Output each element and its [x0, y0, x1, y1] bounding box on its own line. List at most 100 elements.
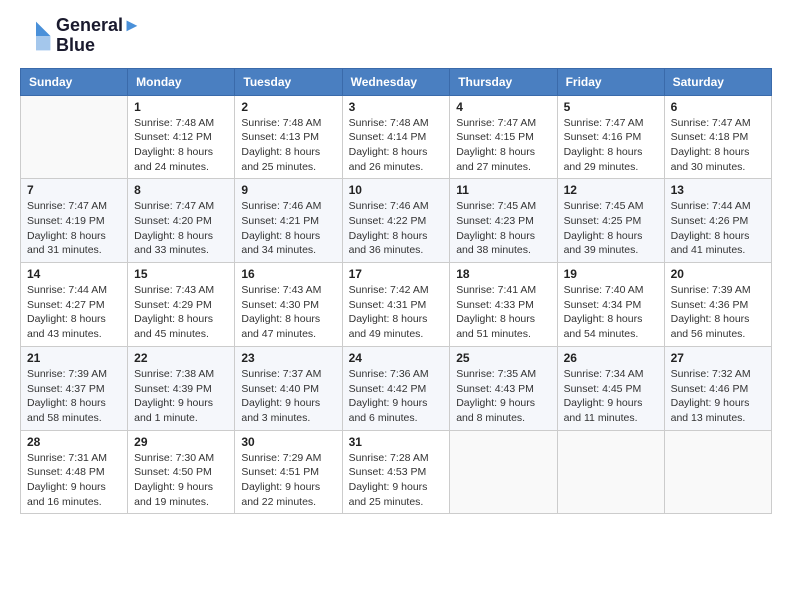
- day-info: Sunrise: 7:37 AM Sunset: 4:40 PM Dayligh…: [241, 367, 335, 426]
- sunset-text: Sunset: 4:36 PM: [671, 299, 749, 311]
- day-info: Sunrise: 7:47 AM Sunset: 4:19 PM Dayligh…: [27, 199, 121, 258]
- sunset-text: Sunset: 4:37 PM: [27, 383, 105, 395]
- daylight-text: Daylight: 9 hours and 19 minutes.: [134, 481, 213, 508]
- daylight-text: Daylight: 9 hours and 16 minutes.: [27, 481, 106, 508]
- sunrise-text: Sunrise: 7:30 AM: [134, 452, 214, 464]
- daylight-text: Daylight: 9 hours and 1 minute.: [134, 397, 213, 424]
- sunrise-text: Sunrise: 7:31 AM: [27, 452, 107, 464]
- daylight-text: Daylight: 8 hours and 34 minutes.: [241, 230, 320, 257]
- calendar-cell: 15 Sunrise: 7:43 AM Sunset: 4:29 PM Dayl…: [128, 263, 235, 347]
- daylight-text: Daylight: 9 hours and 13 minutes.: [671, 397, 750, 424]
- day-number: 3: [349, 100, 444, 114]
- sunrise-text: Sunrise: 7:40 AM: [564, 284, 644, 296]
- sunset-text: Sunset: 4:29 PM: [134, 299, 212, 311]
- daylight-text: Daylight: 8 hours and 26 minutes.: [349, 146, 428, 173]
- daylight-text: Daylight: 8 hours and 51 minutes.: [456, 313, 535, 340]
- calendar-cell: 3 Sunrise: 7:48 AM Sunset: 4:14 PM Dayli…: [342, 95, 450, 179]
- sunset-text: Sunset: 4:26 PM: [671, 215, 749, 227]
- day-number: 27: [671, 351, 765, 365]
- calendar-cell: 27 Sunrise: 7:32 AM Sunset: 4:46 PM Dayl…: [664, 346, 771, 430]
- sunrise-text: Sunrise: 7:45 AM: [456, 200, 536, 212]
- daylight-text: Daylight: 9 hours and 25 minutes.: [349, 481, 428, 508]
- calendar-cell: 21 Sunrise: 7:39 AM Sunset: 4:37 PM Dayl…: [21, 346, 128, 430]
- calendar-cell: 2 Sunrise: 7:48 AM Sunset: 4:13 PM Dayli…: [235, 95, 342, 179]
- calendar-cell: 28 Sunrise: 7:31 AM Sunset: 4:48 PM Dayl…: [21, 430, 128, 514]
- daylight-text: Daylight: 9 hours and 8 minutes.: [456, 397, 535, 424]
- sunset-text: Sunset: 4:19 PM: [27, 215, 105, 227]
- day-info: Sunrise: 7:45 AM Sunset: 4:25 PM Dayligh…: [564, 199, 658, 258]
- day-info: Sunrise: 7:46 AM Sunset: 4:22 PM Dayligh…: [349, 199, 444, 258]
- day-info: Sunrise: 7:44 AM Sunset: 4:27 PM Dayligh…: [27, 283, 121, 342]
- sunset-text: Sunset: 4:13 PM: [241, 131, 319, 143]
- calendar-cell: 14 Sunrise: 7:44 AM Sunset: 4:27 PM Dayl…: [21, 263, 128, 347]
- day-number: 19: [564, 267, 658, 281]
- sunset-text: Sunset: 4:33 PM: [456, 299, 534, 311]
- day-number: 8: [134, 183, 228, 197]
- daylight-text: Daylight: 8 hours and 31 minutes.: [27, 230, 106, 257]
- calendar-cell: 18 Sunrise: 7:41 AM Sunset: 4:33 PM Dayl…: [450, 263, 557, 347]
- sunrise-text: Sunrise: 7:48 AM: [349, 117, 429, 129]
- sunrise-text: Sunrise: 7:37 AM: [241, 368, 321, 380]
- calendar-cell: 4 Sunrise: 7:47 AM Sunset: 4:15 PM Dayli…: [450, 95, 557, 179]
- calendar-cell: 7 Sunrise: 7:47 AM Sunset: 4:19 PM Dayli…: [21, 179, 128, 263]
- day-info: Sunrise: 7:35 AM Sunset: 4:43 PM Dayligh…: [456, 367, 550, 426]
- day-number: 22: [134, 351, 228, 365]
- sunrise-text: Sunrise: 7:38 AM: [134, 368, 214, 380]
- sunrise-text: Sunrise: 7:41 AM: [456, 284, 536, 296]
- daylight-text: Daylight: 8 hours and 58 minutes.: [27, 397, 106, 424]
- calendar-cell: 22 Sunrise: 7:38 AM Sunset: 4:39 PM Dayl…: [128, 346, 235, 430]
- sunrise-text: Sunrise: 7:34 AM: [564, 368, 644, 380]
- daylight-text: Daylight: 8 hours and 36 minutes.: [349, 230, 428, 257]
- day-number: 7: [27, 183, 121, 197]
- days-header-row: SundayMondayTuesdayWednesdayThursdayFrid…: [21, 68, 772, 95]
- day-info: Sunrise: 7:44 AM Sunset: 4:26 PM Dayligh…: [671, 199, 765, 258]
- day-number: 23: [241, 351, 335, 365]
- sunrise-text: Sunrise: 7:35 AM: [456, 368, 536, 380]
- sunset-text: Sunset: 4:12 PM: [134, 131, 212, 143]
- day-number: 26: [564, 351, 658, 365]
- day-number: 11: [456, 183, 550, 197]
- day-header-sunday: Sunday: [21, 68, 128, 95]
- calendar-cell: [21, 95, 128, 179]
- calendar-cell: 29 Sunrise: 7:30 AM Sunset: 4:50 PM Dayl…: [128, 430, 235, 514]
- sunset-text: Sunset: 4:21 PM: [241, 215, 319, 227]
- calendar-cell: 12 Sunrise: 7:45 AM Sunset: 4:25 PM Dayl…: [557, 179, 664, 263]
- sunrise-text: Sunrise: 7:48 AM: [241, 117, 321, 129]
- sunrise-text: Sunrise: 7:47 AM: [134, 200, 214, 212]
- day-info: Sunrise: 7:47 AM Sunset: 4:20 PM Dayligh…: [134, 199, 228, 258]
- day-header-friday: Friday: [557, 68, 664, 95]
- day-info: Sunrise: 7:39 AM Sunset: 4:36 PM Dayligh…: [671, 283, 765, 342]
- page-header: General► Blue: [20, 16, 772, 56]
- day-number: 9: [241, 183, 335, 197]
- sunrise-text: Sunrise: 7:43 AM: [134, 284, 214, 296]
- day-number: 10: [349, 183, 444, 197]
- sunrise-text: Sunrise: 7:42 AM: [349, 284, 429, 296]
- sunset-text: Sunset: 4:20 PM: [134, 215, 212, 227]
- logo-text: General► Blue: [56, 16, 141, 56]
- day-info: Sunrise: 7:29 AM Sunset: 4:51 PM Dayligh…: [241, 451, 335, 510]
- sunset-text: Sunset: 4:40 PM: [241, 383, 319, 395]
- sunrise-text: Sunrise: 7:39 AM: [671, 284, 751, 296]
- calendar-cell: [557, 430, 664, 514]
- sunset-text: Sunset: 4:43 PM: [456, 383, 534, 395]
- calendar-cell: 30 Sunrise: 7:29 AM Sunset: 4:51 PM Dayl…: [235, 430, 342, 514]
- sunrise-text: Sunrise: 7:29 AM: [241, 452, 321, 464]
- calendar-cell: 24 Sunrise: 7:36 AM Sunset: 4:42 PM Dayl…: [342, 346, 450, 430]
- sunset-text: Sunset: 4:16 PM: [564, 131, 642, 143]
- sunset-text: Sunset: 4:39 PM: [134, 383, 212, 395]
- calendar-cell: 25 Sunrise: 7:35 AM Sunset: 4:43 PM Dayl…: [450, 346, 557, 430]
- sunset-text: Sunset: 4:15 PM: [456, 131, 534, 143]
- day-info: Sunrise: 7:48 AM Sunset: 4:12 PM Dayligh…: [134, 116, 228, 175]
- week-row-5: 28 Sunrise: 7:31 AM Sunset: 4:48 PM Dayl…: [21, 430, 772, 514]
- calendar-cell: 17 Sunrise: 7:42 AM Sunset: 4:31 PM Dayl…: [342, 263, 450, 347]
- day-number: 30: [241, 435, 335, 449]
- day-number: 25: [456, 351, 550, 365]
- sunrise-text: Sunrise: 7:47 AM: [671, 117, 751, 129]
- day-header-wednesday: Wednesday: [342, 68, 450, 95]
- calendar-cell: 13 Sunrise: 7:44 AM Sunset: 4:26 PM Dayl…: [664, 179, 771, 263]
- calendar-cell: [664, 430, 771, 514]
- day-info: Sunrise: 7:48 AM Sunset: 4:14 PM Dayligh…: [349, 116, 444, 175]
- day-number: 14: [27, 267, 121, 281]
- day-info: Sunrise: 7:46 AM Sunset: 4:21 PM Dayligh…: [241, 199, 335, 258]
- sunset-text: Sunset: 4:46 PM: [671, 383, 749, 395]
